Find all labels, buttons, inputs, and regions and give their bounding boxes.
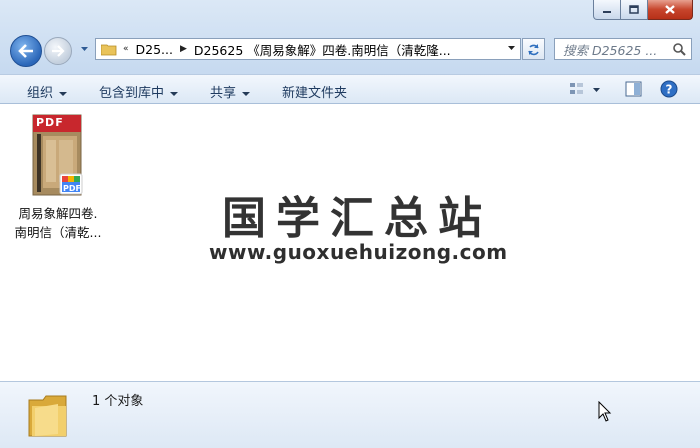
organize-label: 组织: [27, 86, 54, 101]
maximize-button[interactable]: [621, 0, 648, 20]
back-button[interactable]: [10, 35, 42, 67]
navigation-bar: « D25... ▶ D25625 《周易象解》四卷.南明信（清乾隆... 搜索…: [8, 34, 692, 67]
include-library-label: 包含到库中: [99, 86, 165, 101]
item-count: 1 个对象: [92, 394, 144, 409]
view-options-icon[interactable]: [569, 81, 585, 97]
new-folder-label: 新建文件夹: [282, 86, 348, 101]
search-icon[interactable]: [672, 42, 686, 56]
breadcrumb-separator-icon[interactable]: ▶: [180, 44, 187, 54]
new-folder-button[interactable]: 新建文件夹: [282, 82, 347, 101]
search-placeholder: 搜索 D25625 ...: [563, 42, 658, 58]
breadcrumb-item[interactable]: D25...: [136, 42, 173, 57]
explorer-window: « D25... ▶ D25625 《周易象解》四卷.南明信（清乾隆... 搜索…: [0, 0, 700, 448]
forward-button[interactable]: [44, 37, 72, 65]
refresh-button[interactable]: [522, 38, 545, 60]
close-icon: [665, 5, 675, 14]
search-input[interactable]: 搜索 D25625 ...: [554, 38, 692, 60]
refresh-icon: [528, 43, 539, 55]
address-bar[interactable]: « D25... ▶ D25625 《周易象解》四卷.南明信（清乾隆...: [95, 38, 521, 60]
command-bar: 组织 包含到库中 共享 新建文件夹 ?: [0, 74, 700, 104]
file-name: 周易象解四卷. 南明信（清乾...: [11, 204, 105, 242]
watermark-url: www.guoxuehuizong.com: [209, 240, 508, 264]
details-pane: 1 个对象: [0, 381, 700, 448]
watermark-title: 国学汇总站: [222, 193, 492, 244]
breadcrumb-item[interactable]: D25625 《周易象解》四卷.南明信（清乾隆...: [194, 40, 451, 59]
mouse-cursor-icon: [598, 401, 612, 422]
include-in-library-menu[interactable]: 包含到库中: [99, 82, 179, 101]
chevron-down-icon: [170, 91, 179, 96]
breadcrumb-overflow[interactable]: «: [123, 44, 129, 54]
close-button[interactable]: [648, 0, 693, 20]
pdf-file-icon: PDF PDF: [30, 114, 86, 200]
arrow-right-icon: [52, 45, 65, 57]
file-list-pane[interactable]: PDF PDF 周易象解四卷. 南明信（清乾... 国学汇总站 www.guox…: [0, 104, 700, 381]
view-dropdown-icon[interactable]: [592, 86, 601, 94]
address-dropdown-icon[interactable]: [507, 43, 516, 52]
help-icon[interactable]: ?: [660, 80, 678, 98]
arrow-left-icon: [18, 44, 33, 58]
file-name-line: 周易象解四卷.: [18, 206, 98, 221]
svg-text:?: ?: [666, 83, 673, 97]
folder-icon: [101, 44, 117, 55]
pdf-label: PDF: [36, 116, 64, 129]
minimize-button[interactable]: [593, 0, 621, 20]
share-menu[interactable]: 共享: [210, 82, 251, 101]
chevron-down-icon: [242, 91, 251, 96]
share-label: 共享: [210, 86, 237, 101]
file-item[interactable]: PDF PDF 周易象解四卷. 南明信（清乾...: [11, 114, 105, 242]
minimize-icon: [603, 10, 611, 13]
preview-pane-icon[interactable]: [625, 81, 642, 97]
organize-menu[interactable]: 组织: [27, 82, 68, 101]
chevron-down-icon: [59, 91, 68, 96]
pdf-app-badge: PDF: [63, 184, 81, 193]
recent-pages-dropdown[interactable]: [80, 45, 89, 54]
folder-icon: [28, 395, 67, 437]
maximize-icon: [629, 5, 639, 14]
caption-buttons: [593, 0, 693, 20]
file-name-line: 南明信（清乾...: [14, 225, 102, 240]
